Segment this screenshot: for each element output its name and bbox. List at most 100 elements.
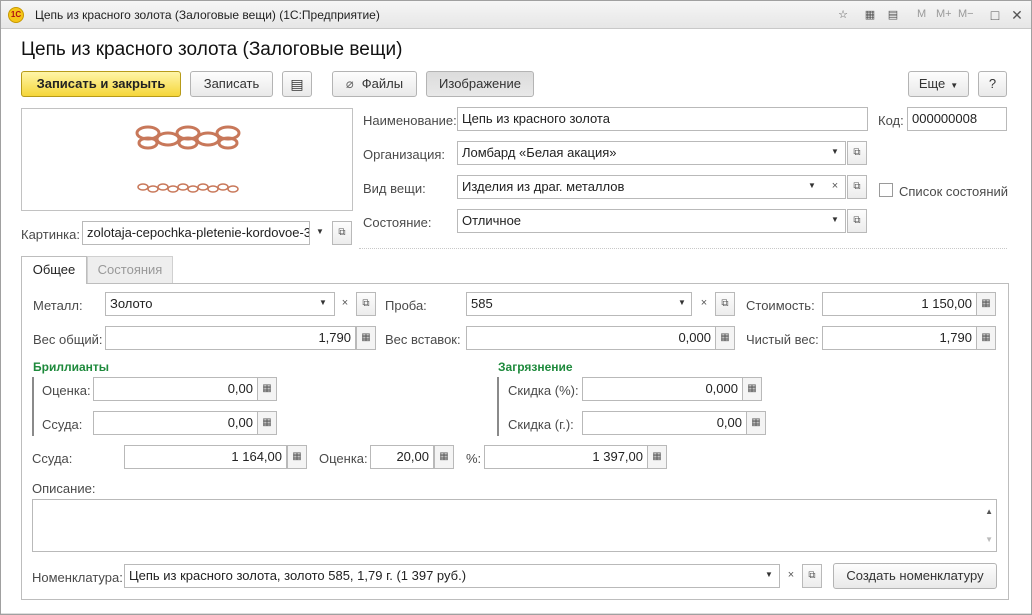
description-label: Описание: <box>32 481 96 496</box>
separator <box>359 248 1007 249</box>
tab-general[interactable]: Общее <box>21 256 87 284</box>
save-button[interactable]: Записать <box>190 71 273 97</box>
item-kind-clear-icon[interactable]: × <box>824 175 846 199</box>
nomenclature-input[interactable]: Цепь из красного золота, золото 585, 1,7… <box>124 564 780 588</box>
discount-grams-label: Скидка (г.): <box>508 417 574 432</box>
calendar-icon[interactable]: ▤ <box>885 7 901 23</box>
inserts-weight-input[interactable]: 0,000 <box>466 326 716 350</box>
state-dropdown-icon[interactable]: ▼ <box>824 209 846 233</box>
picture-open-icon[interactable]: ⧉ <box>332 221 352 245</box>
cost-label: Стоимость: <box>746 298 815 313</box>
scroll-down-icon[interactable]: ▼ <box>985 535 993 544</box>
net-weight-calculator-icon[interactable]: ▦ <box>976 326 996 350</box>
discount-percent-label: Скидка (%): <box>508 383 579 398</box>
name-label: Наименование: <box>363 113 457 128</box>
metal-input[interactable]: Золото <box>105 292 335 316</box>
maximize-icon[interactable]: □ <box>987 7 1003 23</box>
item-kind-dropdown-icon[interactable]: ▼ <box>801 175 823 199</box>
memory-m-label[interactable]: M <box>917 8 926 20</box>
probe-open-icon[interactable]: ⧉ <box>715 292 735 316</box>
total-weight-label: Вес общий: <box>33 332 103 347</box>
calculator-icon[interactable]: ▦ <box>862 7 878 23</box>
picture-dropdown-icon[interactable]: ▼ <box>309 221 331 245</box>
net-weight-label: Чистый вес: <box>746 332 819 347</box>
probe-label: Проба: <box>385 298 427 313</box>
diamonds-loan-input[interactable]: 0,00 <box>93 411 258 435</box>
organization-dropdown-icon[interactable]: ▼ <box>824 141 846 165</box>
pollution-group-title: Загрязнение <box>498 360 573 374</box>
percent-calculator-icon[interactable]: ▦ <box>647 445 667 469</box>
nomenclature-open-icon[interactable]: ⧉ <box>802 564 822 588</box>
discount-grams-calculator-icon[interactable]: ▦ <box>746 411 766 435</box>
total-weight-calculator-icon[interactable]: ▦ <box>356 326 376 350</box>
save-and-close-button[interactable]: Записать и закрыть <box>21 71 181 97</box>
description-textarea[interactable]: ▲ ▼ <box>32 499 997 552</box>
chevron-down-icon: ▼ <box>950 81 959 90</box>
probe-dropdown-icon[interactable]: ▼ <box>671 292 693 316</box>
net-weight-input[interactable]: 1,790 <box>822 326 977 350</box>
loan-calculator-icon[interactable]: ▦ <box>287 445 307 469</box>
discount-percent-calculator-icon[interactable]: ▦ <box>742 377 762 401</box>
cost-calculator-icon[interactable]: ▦ <box>976 292 996 316</box>
metal-label: Металл: <box>33 298 83 313</box>
item-kind-input[interactable]: Изделия из драг. металлов <box>457 175 846 199</box>
files-button-label: Файлы <box>361 76 404 91</box>
diamonds-loan-label: Ссуда: <box>42 417 83 432</box>
estimate-input[interactable]: 20,00 <box>370 445 434 469</box>
memory-m-plus-label[interactable]: M+ <box>936 8 952 20</box>
estimate-calculator-icon[interactable]: ▦ <box>434 445 454 469</box>
files-button[interactable]: ⌀ Файлы <box>332 71 417 97</box>
metal-open-icon[interactable]: ⧉ <box>356 292 376 316</box>
diamonds-estimate-calculator-icon[interactable]: ▦ <box>257 377 277 401</box>
more-button[interactable]: Еще ▼ <box>908 71 969 97</box>
help-button[interactable]: ? <box>978 71 1007 97</box>
state-input[interactable]: Отличное <box>457 209 846 233</box>
percent-input[interactable]: 1 397,00 <box>484 445 648 469</box>
organization-open-icon[interactable]: ⧉ <box>847 141 867 165</box>
gold-chain-image <box>135 125 241 193</box>
code-input[interactable]: 000000008 <box>907 107 1007 131</box>
item-image[interactable] <box>21 108 353 211</box>
inserts-weight-calculator-icon[interactable]: ▦ <box>715 326 735 350</box>
diamonds-estimate-input[interactable]: 0,00 <box>93 377 258 401</box>
diamonds-group-bar <box>32 377 34 436</box>
diamonds-loan-calculator-icon[interactable]: ▦ <box>257 411 277 435</box>
loan-input[interactable]: 1 164,00 <box>124 445 287 469</box>
1c-logo-icon: 1С <box>8 7 24 23</box>
scroll-up-icon[interactable]: ▲ <box>985 507 993 516</box>
state-label: Состояние: <box>363 215 432 230</box>
title-bar: 1С Цепь из красного золота (Залоговые ве… <box>1 1 1031 29</box>
diamonds-estimate-label: Оценка: <box>42 383 91 398</box>
pollution-group-bar <box>497 377 499 436</box>
discount-grams-input[interactable]: 0,00 <box>582 411 747 435</box>
status-list-checkbox[interactable] <box>879 183 893 197</box>
status-list-label: Список состояний <box>899 184 1009 199</box>
item-kind-label: Вид вещи: <box>363 181 426 196</box>
tab-states[interactable]: Состояния <box>87 256 173 284</box>
picture-input[interactable]: zolotaja-cepochka-pletenie-kordovoe-32 <box>82 221 310 245</box>
create-nomenclature-button[interactable]: Создать номенклатуру <box>833 563 997 589</box>
cost-input[interactable]: 1 150,00 <box>822 292 977 316</box>
nomenclature-dropdown-icon[interactable]: ▼ <box>758 564 780 588</box>
close-icon[interactable]: ✕ <box>1009 7 1025 23</box>
discount-percent-input[interactable]: 0,000 <box>582 377 743 401</box>
organization-input[interactable]: Ломбард «Белая акация» <box>457 141 846 165</box>
name-input[interactable]: Цепь из красного золота <box>457 107 868 131</box>
inserts-weight-label: Вес вставок: <box>385 332 461 347</box>
probe-clear-icon[interactable]: × <box>693 292 715 316</box>
probe-input[interactable]: 585 <box>466 292 692 316</box>
nomenclature-clear-icon[interactable]: × <box>780 564 802 588</box>
more-button-label: Еще <box>918 76 946 91</box>
image-button[interactable]: Изображение <box>426 71 534 97</box>
metal-dropdown-icon[interactable]: ▼ <box>312 292 334 316</box>
favorite-icon[interactable]: ☆ <box>835 7 851 23</box>
state-open-icon[interactable]: ⧉ <box>847 209 867 233</box>
paperclip-icon: ⌀ <box>345 76 354 91</box>
percent-label: %: <box>466 451 482 466</box>
report-button[interactable]: ▤ <box>282 71 312 97</box>
total-weight-input[interactable]: 1,790 <box>105 326 356 350</box>
loan-label: Ссуда: <box>32 451 73 466</box>
metal-clear-icon[interactable]: × <box>334 292 356 316</box>
item-kind-open-icon[interactable]: ⧉ <box>847 175 867 199</box>
memory-m-minus-label[interactable]: M− <box>958 8 974 20</box>
